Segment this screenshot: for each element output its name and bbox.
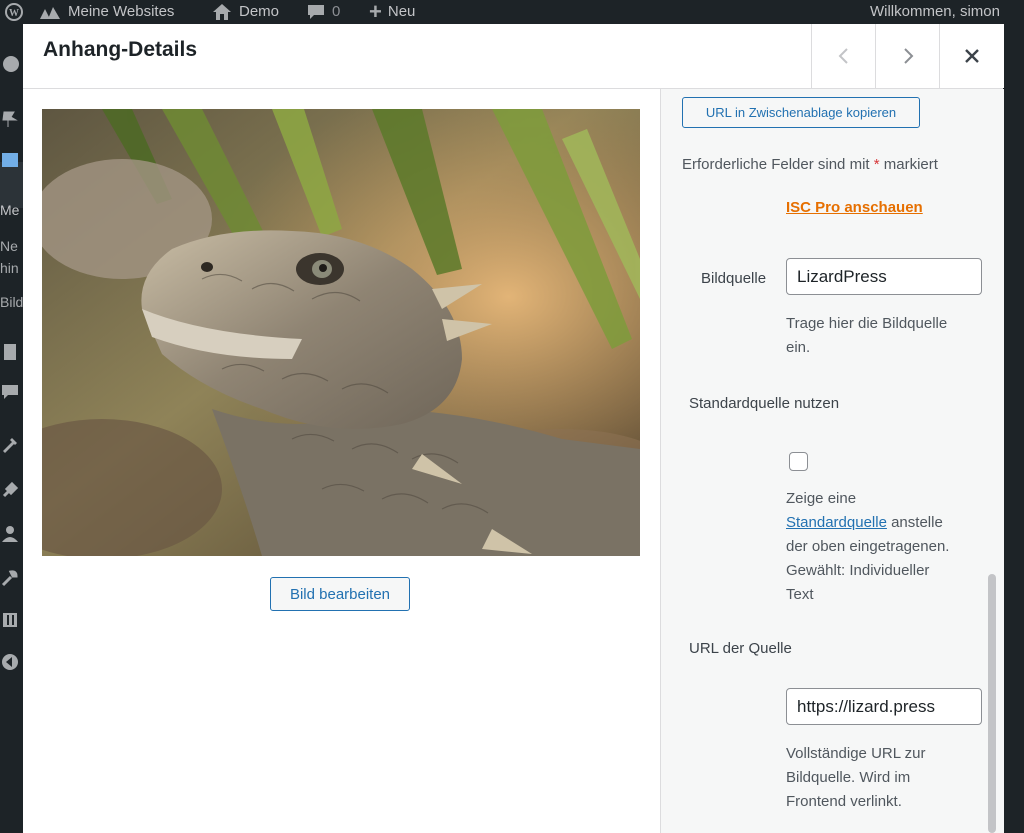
required-fields-note: Erforderliche Felder sind mit * markiert	[682, 153, 938, 177]
modal-title: Anhang-Details	[43, 38, 198, 61]
chevron-right-icon	[904, 48, 914, 64]
my-sites-menu[interactable]: Meine Websites	[38, 0, 174, 24]
comments-menu[interactable]: 0	[306, 0, 340, 24]
admin-bar: W Meine Websites Demo 0 + Neu Willkommen…	[0, 0, 1024, 24]
url-help-line-3: Frontend verlinkt.	[786, 793, 902, 810]
collapse-menu-icon[interactable]	[0, 652, 20, 672]
source-input[interactable]: LizardPress	[786, 258, 982, 295]
source-help-line-2: ein.	[786, 339, 811, 356]
pin-icon[interactable]	[0, 108, 20, 128]
settings-icon[interactable]	[0, 610, 20, 630]
modal-header: Anhang-Details	[23, 24, 1004, 89]
wordpress-logo-icon[interactable]: W	[4, 0, 24, 24]
source-help: Trage hier die Bildquelle ein.	[786, 312, 947, 360]
media-icon[interactable]	[0, 150, 20, 170]
plugins-icon[interactable]	[0, 480, 20, 500]
required-after: markiert	[883, 156, 938, 173]
my-sites-icon	[40, 7, 60, 19]
isc-pro-link[interactable]: ISC Pro anschauen	[786, 199, 923, 216]
standard-source-link[interactable]: Standardquelle	[786, 514, 887, 531]
home-icon	[213, 4, 231, 20]
source-url-input[interactable]: https://lizard.press	[786, 688, 982, 725]
edit-image-button[interactable]: Bild bearbeiten	[270, 577, 410, 611]
url-help-line-2: Bildquelle. Wird im	[786, 769, 911, 786]
details-scrollbar[interactable]	[988, 574, 996, 833]
attachment-image	[42, 109, 640, 556]
standard-source-checkbox[interactable]	[789, 452, 808, 471]
standard-help-line-1: Zeige eine	[786, 490, 857, 507]
plus-icon: +	[369, 0, 382, 24]
dashboard-icon[interactable]	[0, 54, 20, 74]
standard-help-line-2: Standardquelle anstelle	[786, 511, 949, 535]
comment-icon	[308, 5, 324, 19]
source-url-help: Vollständige URL zur Bildquelle. Wird im…	[786, 742, 926, 814]
attachment-details-modal: Anhang-Details Bild bearbeiten URL in Zw…	[23, 24, 1004, 833]
attachment-details-panel: URL in Zwischenablage kopieren Erforderl…	[660, 89, 1004, 833]
new-content-menu[interactable]: + Neu	[369, 0, 415, 24]
standard-source-help: Zeige eine Standardquelle anstelle der o…	[786, 487, 949, 607]
tools-icon[interactable]	[0, 568, 20, 588]
source-url-label: URL der Quelle	[689, 640, 792, 657]
sidebar-fragment-2[interactable]: Ne	[0, 238, 18, 254]
attachment-preview: Bild bearbeiten	[23, 89, 660, 833]
close-icon	[965, 49, 979, 63]
users-icon[interactable]	[0, 524, 20, 544]
standard-help-line-4: Gewählt: Individueller	[786, 562, 930, 579]
welcome-text: Willkommen, simon	[869, 3, 1000, 20]
pages-icon[interactable]	[0, 342, 20, 362]
required-star: *	[873, 156, 880, 173]
appearance-icon[interactable]	[0, 434, 20, 454]
standard-source-label: Standardquelle nutzen	[689, 395, 840, 412]
sidebar-fragment-3[interactable]: hin	[0, 260, 19, 276]
comment-count: 0	[332, 3, 341, 20]
my-sites-label: Meine Websites	[68, 3, 175, 20]
new-label: Neu	[387, 3, 416, 20]
standard-help-line-5: Text	[786, 586, 814, 603]
required-text: Erforderliche Felder sind mit	[682, 156, 870, 173]
previous-button[interactable]	[811, 24, 876, 88]
source-label: Bildquelle	[701, 270, 767, 287]
standard-help-line-2-rest: anstelle	[891, 514, 943, 531]
svg-text:W: W	[9, 8, 19, 19]
source-help-line-1: Trage hier die Bildquelle	[786, 315, 948, 332]
chevron-left-icon	[838, 48, 848, 64]
url-help-line-1: Vollständige URL zur	[786, 745, 926, 762]
copy-url-button[interactable]: URL in Zwischenablage kopieren	[682, 97, 920, 128]
site-name: Demo	[239, 3, 280, 20]
site-menu[interactable]: Demo	[211, 0, 279, 24]
close-button[interactable]	[939, 24, 1004, 88]
next-button[interactable]	[875, 24, 940, 88]
sidebar-fragment-1[interactable]: Me	[0, 202, 19, 218]
sidebar-fragment-4[interactable]: Bild	[0, 294, 23, 310]
admin-sidebar: Me Ne hin Bild	[0, 24, 23, 833]
account-menu[interactable]: Willkommen, simon	[870, 0, 1000, 24]
comments-icon[interactable]	[0, 382, 20, 402]
standard-help-line-3: der oben eingetragenen.	[786, 538, 950, 555]
